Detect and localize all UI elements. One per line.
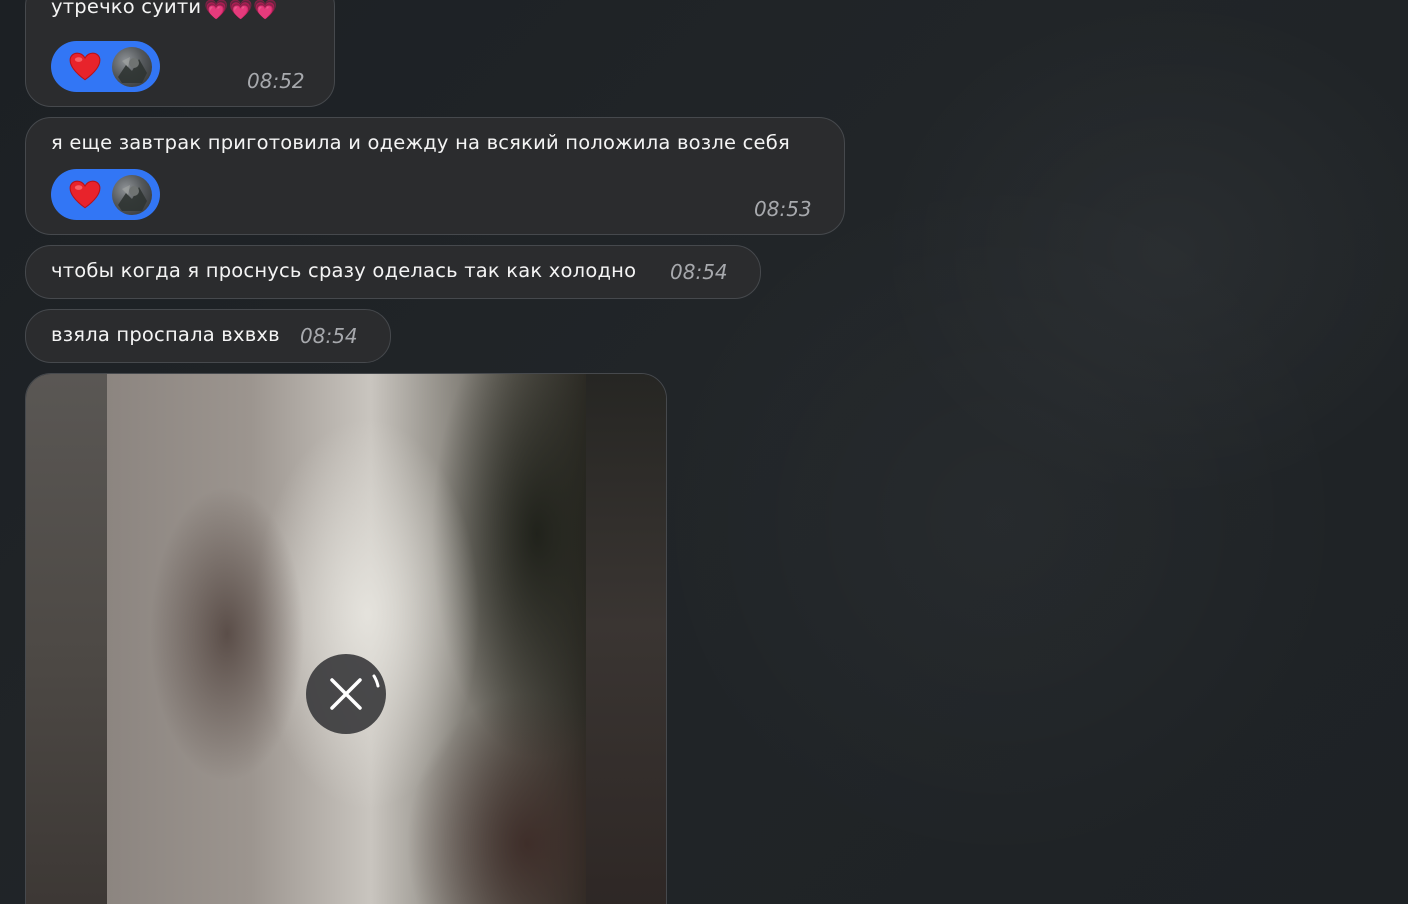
- heart-emoji-icon: 💗💗💗: [204, 0, 278, 21]
- message-time: 08:54: [300, 324, 358, 348]
- avatar: [112, 175, 152, 215]
- message-time: 08:53: [754, 197, 812, 221]
- message-bubble[interactable]: чтобы когда я проснусь сразу оделась так…: [25, 245, 761, 299]
- photo-blur-edge: [26, 374, 107, 904]
- message-text: я еще завтрак приготовила и одежду на вс…: [51, 131, 790, 154]
- message-text: взяла проспала вхвхв: [51, 323, 280, 346]
- cancel-download-icon: [330, 674, 380, 710]
- message-time: 08:54: [670, 260, 728, 284]
- message-bubble[interactable]: утречко суити 💗💗💗 08:52: [25, 0, 335, 107]
- avatar: [112, 47, 152, 87]
- message-time: 08:52: [247, 69, 305, 93]
- heart-icon: [69, 52, 101, 81]
- message-bubble[interactable]: взяла проспала вхвхв 08:54: [25, 309, 391, 363]
- message-text: утречко суити: [51, 0, 202, 18]
- photo-blur-edge: [586, 374, 666, 904]
- reaction-pill[interactable]: [51, 169, 160, 220]
- message-text: чтобы когда я проснусь сразу оделась так…: [51, 259, 637, 282]
- photo-message[interactable]: [25, 373, 667, 904]
- cancel-download-button[interactable]: [306, 654, 386, 734]
- heart-icon: [69, 180, 101, 209]
- reaction-pill[interactable]: [51, 41, 160, 92]
- message-bubble[interactable]: я еще завтрак приготовила и одежду на вс…: [25, 117, 845, 235]
- photo-preview[interactable]: [107, 374, 587, 904]
